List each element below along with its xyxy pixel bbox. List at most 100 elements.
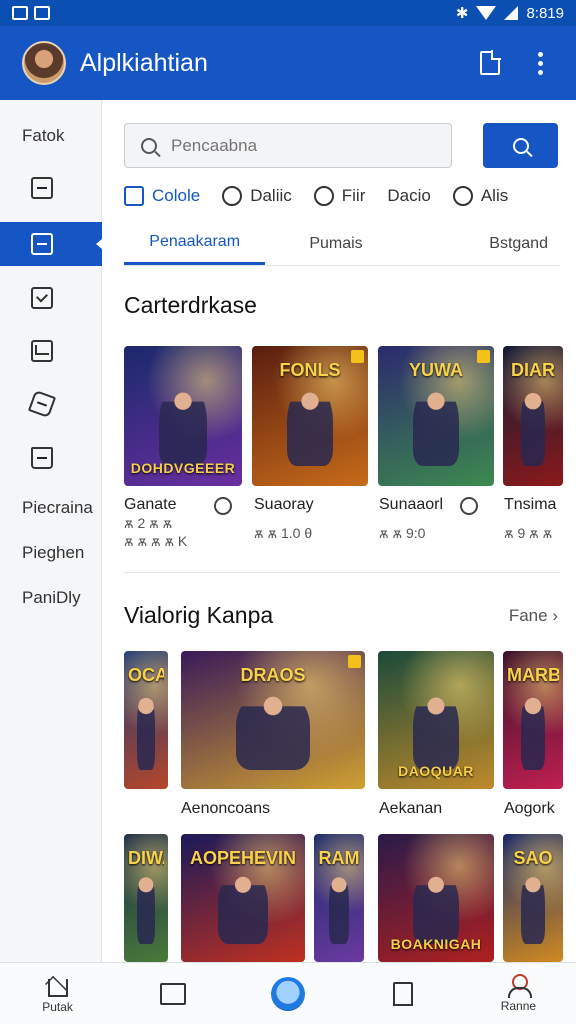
sidebar-item-tasks[interactable] (0, 276, 102, 320)
sidebar-item-label[interactable]: Pieghen (0, 543, 102, 563)
game-name[interactable]: Aekanan (379, 800, 442, 818)
art-title: SAO (513, 848, 553, 868)
document-icon (480, 50, 501, 75)
filter-label: Fiir (341, 186, 366, 205)
game-rating: ѫ ѫ 1.0 θ (254, 525, 313, 541)
sidebar-heading[interactable]: Fatok (0, 126, 102, 146)
tab-penaakaram[interactable]: Penaakaram (124, 222, 266, 265)
character-art (412, 385, 460, 467)
game-card[interactable]: BOAKNIGAH (378, 834, 494, 962)
signal-icon (504, 6, 519, 20)
art-title: YUWA (409, 360, 463, 380)
character-art (137, 869, 155, 945)
game-name[interactable]: Sunaaorl (379, 496, 443, 514)
filter-chip[interactable]: Cololе (124, 186, 200, 206)
game-card[interactable]: DRAOS (181, 651, 365, 789)
chevron-right-icon: › (552, 606, 558, 625)
app-bar: Alplkiahtian (0, 26, 576, 100)
bottom-navigation: Putak Ranne (0, 962, 576, 1024)
filter-chip[interactable]: Fiir (313, 186, 366, 206)
sidebar-item-inbox[interactable] (0, 222, 102, 266)
art-title: DIAR (511, 360, 555, 380)
chat-icon (313, 186, 334, 206)
character-art (521, 869, 545, 945)
game-name[interactable]: Aenoncoans (181, 800, 270, 818)
edit-icon (124, 186, 144, 206)
character-art (236, 689, 310, 770)
chat-icon[interactable] (214, 497, 232, 515)
search-button[interactable] (483, 123, 558, 168)
character-art (412, 869, 460, 945)
nav-item-center[interactable] (230, 963, 345, 1024)
sidebar-item-label[interactable]: Piecraina (0, 498, 102, 518)
nav-item-bookmark[interactable] (346, 963, 461, 1024)
more-vertical-icon (537, 51, 543, 75)
filter-chip[interactable]: Alis (452, 186, 509, 206)
grid-icon (159, 982, 186, 1005)
art-title: DIWAN (128, 848, 164, 868)
game-card[interactable]: RAM (314, 834, 364, 962)
notification-icon (34, 6, 50, 20)
more-options-button[interactable] (522, 45, 558, 81)
filter-label: Alis (480, 186, 509, 205)
game-name[interactable]: Aogork (504, 800, 555, 818)
art-title: BOAKNIGAH (390, 936, 482, 952)
art-title: DAOQUAR (398, 763, 474, 779)
game-name[interactable]: Suaoray (254, 496, 314, 514)
art-title: DRAOS (240, 665, 306, 685)
sidebar-item-bag[interactable] (0, 436, 102, 480)
game-card[interactable]: OCAD (124, 651, 168, 789)
sidebar: Fatok Piecraina Pieghen PaniDly (0, 100, 102, 962)
game-card[interactable]: SAO (503, 834, 563, 962)
game-card[interactable]: AOPEHEVIN (181, 834, 305, 962)
wifi-icon (476, 6, 497, 20)
app-title: Alplkiahtian (80, 48, 208, 77)
tab-pumais[interactable]: Pumais (265, 222, 406, 265)
status-indicators: ✱ 8:819 (456, 4, 564, 23)
game-card[interactable]: DOHDVGEEER (124, 346, 242, 486)
nav-item-home[interactable]: Putak (0, 963, 115, 1024)
character-art (137, 689, 155, 770)
chat-icon[interactable] (460, 497, 478, 515)
status-notifications (12, 6, 50, 20)
game-name[interactable]: Ganate (124, 496, 176, 514)
home-icon (47, 979, 68, 997)
tab-bstgand[interactable]: Bstgand (407, 222, 560, 265)
sidebar-item-mail[interactable] (0, 329, 102, 373)
check-icon (31, 287, 53, 309)
art-title: MARBOR (507, 665, 559, 685)
game-card[interactable]: MARBOR (503, 651, 563, 789)
art-title: OCAD (128, 665, 164, 685)
filter-chip[interactable]: Daliic (222, 186, 292, 206)
art-title: RAM (318, 848, 360, 868)
center-circle-icon (271, 976, 305, 1011)
game-card[interactable]: YUWA (378, 346, 494, 486)
game-name[interactable]: Tnsima (504, 496, 556, 514)
game-card[interactable]: DAOQUAR (378, 651, 494, 789)
document-button[interactable] (472, 45, 508, 81)
character-art (218, 869, 268, 945)
character-art (412, 689, 460, 770)
main-content: Cololе Daliic Fiir Dacio Alis Penaakaram… (102, 100, 576, 962)
see-more-link[interactable]: Fane › (509, 606, 558, 626)
section-title: Vialorig Kanpa (124, 602, 274, 628)
sidebar-item-label[interactable]: PaniDly (0, 588, 102, 608)
avatar[interactable] (22, 41, 66, 85)
art-title: AOPEHEVIN (189, 848, 297, 868)
sidebar-item-box[interactable] (0, 166, 102, 210)
nav-label: Putak (42, 1000, 73, 1014)
search-input[interactable] (171, 135, 431, 156)
nav-item-grid[interactable] (115, 963, 230, 1024)
user-icon (507, 974, 533, 998)
character-art (521, 385, 545, 467)
game-card[interactable]: DIAR (503, 346, 563, 486)
nav-item-profile[interactable]: Ranne (461, 963, 576, 1024)
box-icon (31, 177, 53, 199)
bag-icon (31, 447, 53, 469)
filter-chip[interactable]: Dacio (387, 186, 430, 206)
sidebar-item-puzzle[interactable] (0, 382, 102, 426)
game-card[interactable]: DIWAN (124, 834, 168, 962)
game-rating: ѫ 2 ѫ ѫ (124, 515, 173, 531)
character-art (521, 689, 545, 770)
game-card[interactable]: FONLS (252, 346, 368, 486)
